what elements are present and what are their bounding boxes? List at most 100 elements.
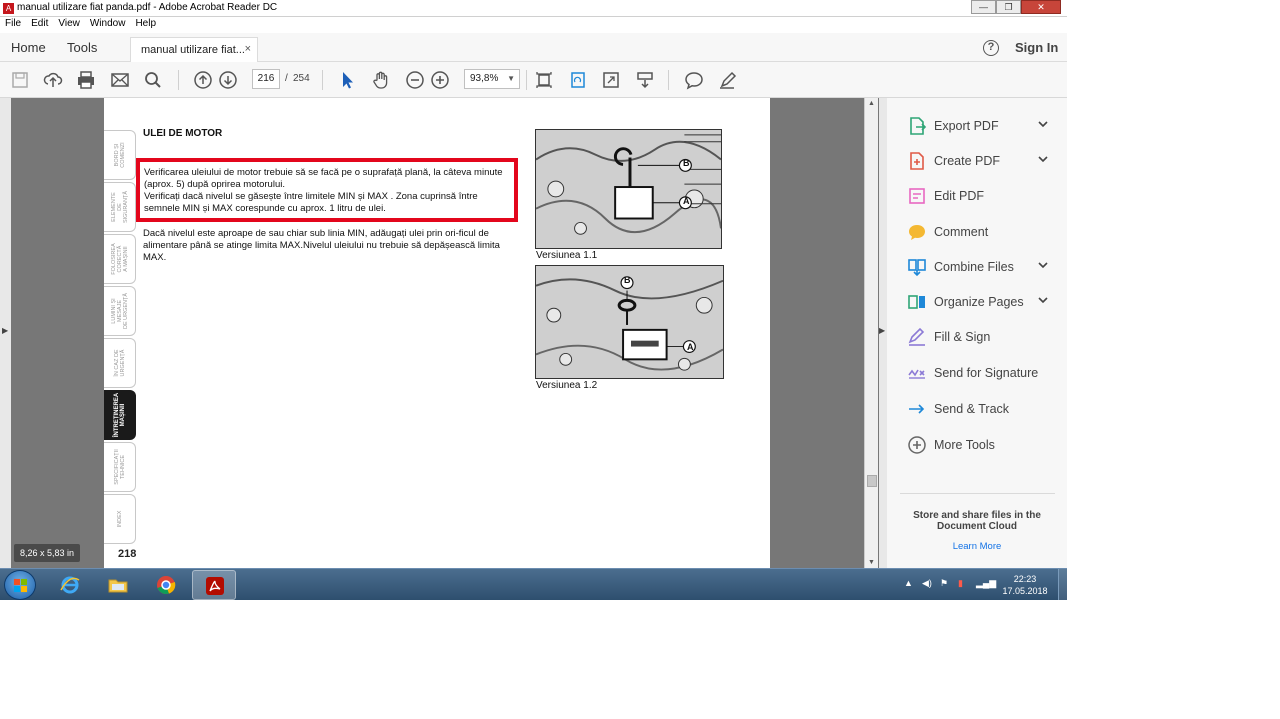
tab-tools[interactable]: Tools [67, 40, 97, 55]
tab-document[interactable]: manual utilizare fiat... × [130, 37, 258, 62]
help-icon[interactable]: ? [983, 40, 999, 56]
scrolling-mode-icon[interactable] [635, 70, 655, 90]
vertical-scrollbar[interactable]: ▲ ▼ [864, 98, 878, 568]
menu-bar: File Edit View Window Help [0, 17, 1067, 33]
tool-organize-pages[interactable]: Organize Pages [907, 291, 1057, 313]
highlight-pen-icon[interactable] [718, 70, 738, 90]
left-panel-toggle[interactable]: ▶ [0, 98, 11, 568]
show-desktop-button[interactable] [1058, 569, 1067, 600]
document-cloud-message: Store and share files in the Document Cl… [913, 510, 1041, 532]
upload-cloud-icon[interactable] [43, 70, 63, 90]
toolbar-divider [526, 70, 527, 90]
right-panel-toggle[interactable]: ▶ [879, 98, 887, 568]
tool-label: Organize Pages [934, 295, 1024, 309]
next-page-icon[interactable] [218, 70, 238, 90]
tool-more-tools[interactable]: More Tools [907, 434, 1057, 456]
chapter-tab-active: ÎNTREȚINEREA MAȘINII [104, 390, 136, 440]
taskbar-acrobat-reader[interactable] [192, 570, 236, 600]
chapter-tab: ELEMENTE DE SIGURANȚĂ [104, 182, 136, 232]
learn-more-link[interactable]: Learn More [903, 541, 1051, 552]
figure-caption: Versiunea 1.1 [536, 250, 598, 261]
restore-button[interactable]: ❐ [996, 0, 1021, 14]
print-icon[interactable] [76, 70, 96, 90]
select-cursor-icon[interactable] [337, 70, 357, 90]
search-icon[interactable] [143, 70, 163, 90]
tab-home[interactable]: Home [11, 40, 46, 55]
tool-edit-pdf[interactable]: Edit PDF [907, 185, 1057, 207]
label-a: A [683, 196, 690, 206]
menu-window[interactable]: Window [85, 17, 131, 33]
window-controls: — ❐ ✕ [971, 0, 1061, 14]
scroll-up-icon[interactable]: ▲ [868, 100, 875, 107]
chevron-down-icon[interactable] [1037, 259, 1049, 271]
tool-combine-files[interactable]: Combine Files [907, 256, 1057, 278]
menu-help[interactable]: Help [130, 17, 161, 33]
start-button[interactable] [4, 570, 36, 600]
power-status-icon[interactable]: ▮ [958, 578, 963, 589]
menu-edit[interactable]: Edit [26, 17, 53, 33]
action-center-flag-icon[interactable]: ⚑ [940, 578, 948, 589]
close-tab-icon[interactable]: × [245, 43, 251, 55]
tool-comment[interactable]: Comment [907, 221, 1057, 243]
tool-label: Create PDF [934, 154, 1000, 168]
combine-files-icon [907, 257, 927, 277]
tool-export-pdf[interactable]: Export PDF [907, 115, 1057, 137]
internet-explorer-icon [60, 576, 80, 594]
collapse-right-icon[interactable]: ▶ [879, 326, 885, 335]
toolbar-divider [322, 70, 323, 90]
zoom-in-icon[interactable] [430, 70, 450, 90]
section-title: ULEI DE MOTOR [143, 128, 223, 139]
tool-send-track[interactable]: Send & Track [907, 398, 1057, 420]
toolbar: 216 / 254 93,8% ▼ [0, 62, 1067, 98]
volume-icon[interactable]: ◀) [922, 578, 932, 589]
expand-left-icon[interactable]: ▶ [2, 326, 8, 335]
title-bar: A manual utilizare fiat panda.pdf - Adob… [0, 0, 1067, 17]
scroll-down-icon[interactable]: ▼ [868, 559, 875, 566]
tool-label: More Tools [934, 438, 995, 452]
fill-sign-icon [907, 327, 927, 347]
menu-file[interactable]: File [0, 17, 26, 33]
taskbar-chrome[interactable] [144, 570, 188, 600]
tool-send-for-signature[interactable]: Send for Signature [907, 362, 1057, 384]
figure-caption: Versiunea 1.2 [536, 380, 598, 391]
chevron-down-icon[interactable] [1037, 153, 1049, 165]
chapter-tab: FOLOSIREA CORECTĂ A MAȘINII [104, 234, 136, 284]
edit-pdf-icon [907, 186, 927, 206]
email-icon[interactable] [110, 70, 130, 90]
panel-divider [900, 493, 1055, 494]
hand-tool-icon[interactable] [371, 70, 391, 90]
tool-fill-sign[interactable]: Fill & Sign [907, 326, 1057, 348]
chapter-tab-label: ÎN CAZ DE URGENȚĂ [113, 349, 126, 377]
clock[interactable]: 22:23 17.05.2018 [1000, 573, 1050, 597]
scrollbar-thumb[interactable] [867, 475, 877, 487]
windows-taskbar: ▲ ◀) ⚑ ▮ ▂▄▆ 22:23 17.05.2018 [0, 568, 1067, 600]
close-button[interactable]: ✕ [1021, 0, 1061, 14]
tool-create-pdf[interactable]: Create PDF [907, 150, 1057, 172]
chapter-tabs: BORD ȘI COMENZI ELEMENTE DE SIGURANȚĂ FO… [104, 130, 136, 546]
acrobat-window: A manual utilizare fiat panda.pdf - Adob… [0, 0, 1067, 600]
show-hidden-icons[interactable]: ▲ [904, 578, 913, 588]
sign-in-button[interactable]: Sign In [1015, 40, 1058, 55]
previous-page-icon[interactable] [193, 70, 213, 90]
zoom-out-icon[interactable] [405, 70, 425, 90]
chevron-down-icon[interactable] [1037, 118, 1049, 130]
chapter-tab: ÎN CAZ DE URGENȚĂ [104, 338, 136, 388]
network-signal-icon[interactable]: ▂▄▆ [976, 578, 996, 589]
acrobat-app-icon: A [3, 3, 14, 14]
chapter-tab-label: SPECIFICAȚII TEHNICE [113, 449, 126, 485]
menu-view[interactable]: View [53, 17, 85, 33]
taskbar-file-explorer[interactable] [96, 570, 140, 600]
full-screen-icon[interactable] [601, 70, 621, 90]
acrobat-icon [206, 577, 224, 595]
fit-page-icon[interactable] [534, 70, 554, 90]
rotate-page-icon[interactable] [568, 70, 588, 90]
taskbar-internet-explorer[interactable] [48, 570, 92, 600]
minimize-button[interactable]: — [971, 0, 996, 14]
save-icon[interactable] [10, 70, 30, 90]
chevron-down-icon[interactable] [1037, 294, 1049, 306]
zoom-level-select[interactable]: 93,8% ▼ [464, 69, 520, 89]
comment-icon[interactable] [684, 70, 704, 90]
tool-label: Combine Files [934, 260, 1014, 274]
page-number-input[interactable]: 216 [252, 69, 280, 89]
clock-date: 17.05.2018 [1002, 586, 1048, 596]
